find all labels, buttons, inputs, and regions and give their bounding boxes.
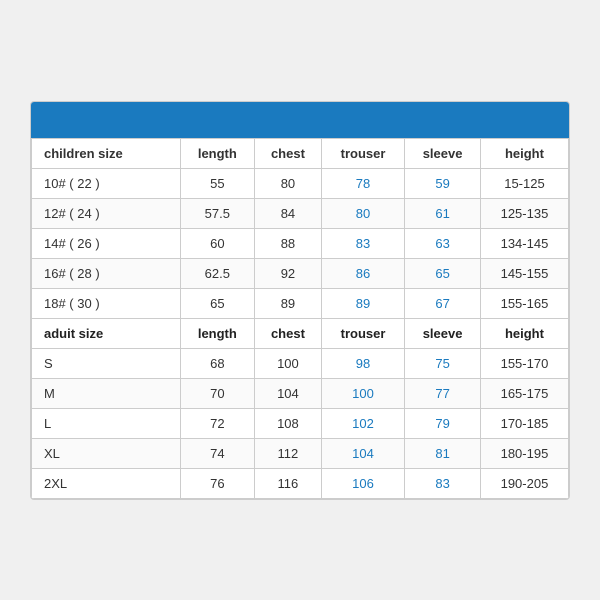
cell-length: 55	[180, 168, 254, 198]
cell-sleeve: 83	[405, 468, 481, 498]
cell-height: 165-175	[480, 378, 568, 408]
adult-col-trouser: trouser	[321, 318, 404, 348]
table-row: 18# ( 30 ) 65 89 89 67 155-165	[32, 288, 569, 318]
cell-trouser: 80	[321, 198, 404, 228]
cell-chest: 108	[255, 408, 322, 438]
table-row: 14# ( 26 ) 60 88 83 63 134-145	[32, 228, 569, 258]
cell-chest: 92	[255, 258, 322, 288]
cell-sleeve: 67	[405, 288, 481, 318]
cell-trouser: 78	[321, 168, 404, 198]
col-sleeve: sleeve	[405, 138, 481, 168]
cell-length: 70	[180, 378, 254, 408]
cell-chest: 84	[255, 198, 322, 228]
adult-col-aduit-size: aduit size	[32, 318, 181, 348]
adult-col-sleeve: sleeve	[405, 318, 481, 348]
cell-chest: 80	[255, 168, 322, 198]
cell-sleeve: 61	[405, 198, 481, 228]
size-selection-card: children size length chest trouser sleev…	[30, 101, 570, 500]
cell-height: 155-165	[480, 288, 568, 318]
cell-trouser: 86	[321, 258, 404, 288]
cell-sleeve: 59	[405, 168, 481, 198]
cell-size: M	[32, 378, 181, 408]
col-chest: chest	[255, 138, 322, 168]
cell-height: 170-185	[480, 408, 568, 438]
adult-header-row: aduit sizelengthchesttrousersleeveheight	[32, 318, 569, 348]
cell-sleeve: 81	[405, 438, 481, 468]
children-header-row: children size length chest trouser sleev…	[32, 138, 569, 168]
cell-length: 60	[180, 228, 254, 258]
table-row: M 70 104 100 77 165-175	[32, 378, 569, 408]
adult-col-height: height	[480, 318, 568, 348]
table-row: 12# ( 24 ) 57.5 84 80 61 125-135	[32, 198, 569, 228]
cell-trouser: 83	[321, 228, 404, 258]
cell-size: 12# ( 24 )	[32, 198, 181, 228]
cell-chest: 112	[255, 438, 322, 468]
cell-trouser: 104	[321, 438, 404, 468]
title-bar	[31, 102, 569, 138]
cell-length: 72	[180, 408, 254, 438]
table-row: 10# ( 22 ) 55 80 78 59 15-125	[32, 168, 569, 198]
cell-height: 145-155	[480, 258, 568, 288]
cell-sleeve: 65	[405, 258, 481, 288]
cell-chest: 89	[255, 288, 322, 318]
adult-col-length: length	[180, 318, 254, 348]
cell-chest: 104	[255, 378, 322, 408]
cell-sleeve: 77	[405, 378, 481, 408]
table-row: S 68 100 98 75 155-170	[32, 348, 569, 378]
col-length: length	[180, 138, 254, 168]
cell-length: 68	[180, 348, 254, 378]
table-row: L 72 108 102 79 170-185	[32, 408, 569, 438]
cell-length: 65	[180, 288, 254, 318]
cell-size: 16# ( 28 )	[32, 258, 181, 288]
cell-length: 62.5	[180, 258, 254, 288]
cell-height: 190-205	[480, 468, 568, 498]
cell-length: 76	[180, 468, 254, 498]
cell-sleeve: 75	[405, 348, 481, 378]
cell-sleeve: 79	[405, 408, 481, 438]
cell-size: 14# ( 26 )	[32, 228, 181, 258]
cell-height: 125-135	[480, 198, 568, 228]
adult-col-chest: chest	[255, 318, 322, 348]
col-trouser: trouser	[321, 138, 404, 168]
table-row: 16# ( 28 ) 62.5 92 86 65 145-155	[32, 258, 569, 288]
cell-size: XL	[32, 438, 181, 468]
cell-trouser: 89	[321, 288, 404, 318]
cell-trouser: 106	[321, 468, 404, 498]
cell-chest: 100	[255, 348, 322, 378]
cell-sleeve: 63	[405, 228, 481, 258]
cell-height: 180-195	[480, 438, 568, 468]
cell-height: 155-170	[480, 348, 568, 378]
cell-size: 2XL	[32, 468, 181, 498]
cell-chest: 88	[255, 228, 322, 258]
size-table: children size length chest trouser sleev…	[31, 138, 569, 499]
cell-trouser: 100	[321, 378, 404, 408]
cell-height: 15-125	[480, 168, 568, 198]
cell-height: 134-145	[480, 228, 568, 258]
col-height: height	[480, 138, 568, 168]
table-body: 10# ( 22 ) 55 80 78 59 15-125 12# ( 24 )…	[32, 168, 569, 498]
cell-length: 57.5	[180, 198, 254, 228]
cell-size: 10# ( 22 )	[32, 168, 181, 198]
cell-trouser: 98	[321, 348, 404, 378]
col-children-size: children size	[32, 138, 181, 168]
table-row: XL 74 112 104 81 180-195	[32, 438, 569, 468]
cell-size: 18# ( 30 )	[32, 288, 181, 318]
cell-size: S	[32, 348, 181, 378]
table-row: 2XL 76 116 106 83 190-205	[32, 468, 569, 498]
cell-trouser: 102	[321, 408, 404, 438]
cell-chest: 116	[255, 468, 322, 498]
cell-length: 74	[180, 438, 254, 468]
cell-size: L	[32, 408, 181, 438]
